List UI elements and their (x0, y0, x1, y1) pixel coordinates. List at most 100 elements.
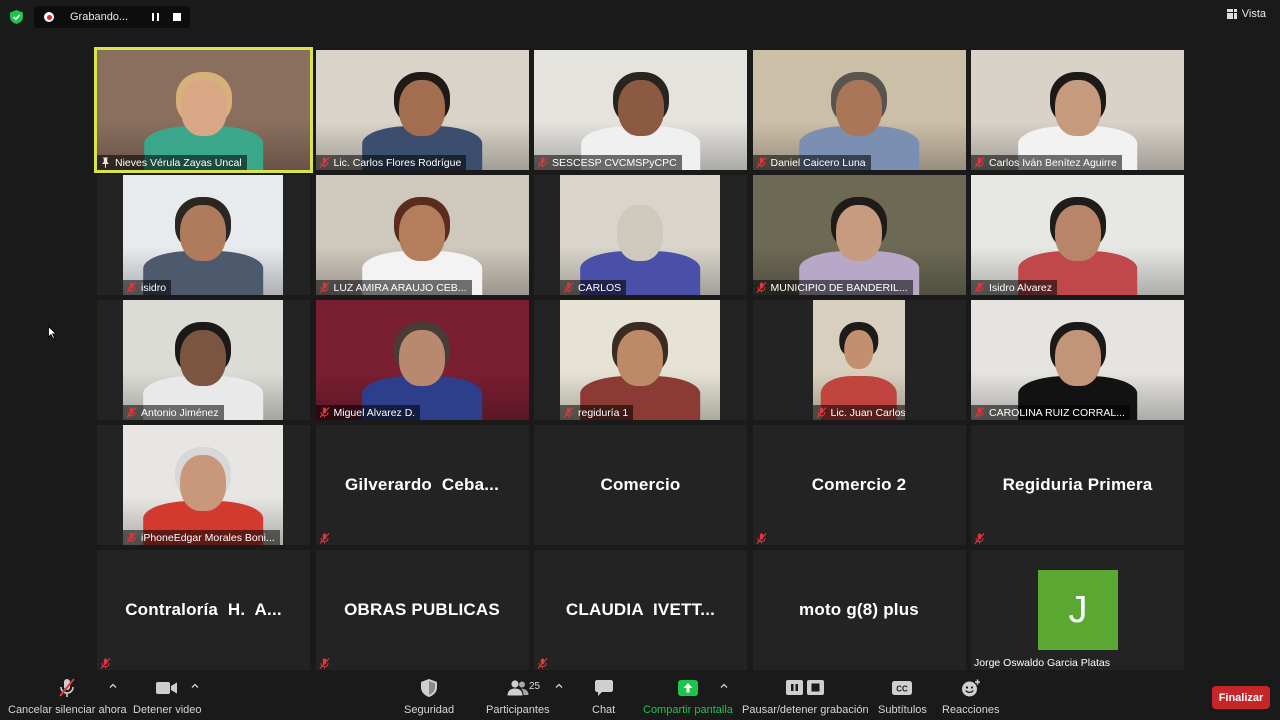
view-label: Vista (1241, 8, 1266, 20)
chat-button[interactable]: Chat (592, 678, 615, 716)
closed-captions-icon: CC (892, 681, 913, 695)
participant-tile[interactable]: Gilverardo Ceba... (315, 425, 529, 545)
participant-tile[interactable]: OBRAS PUBLICAS (315, 550, 529, 670)
participant-display-name: Contraloría H. A... (125, 600, 282, 619)
participant-video (812, 300, 905, 420)
participant-tile[interactable]: Contraloría H. A... (97, 550, 310, 670)
stop-recording-button[interactable] (168, 9, 186, 25)
participant-display-name: Comercio 2 (811, 475, 907, 494)
participant-tile[interactable]: Daniel Caicero Luna (752, 50, 966, 170)
video-options-caret-icon[interactable] (191, 682, 199, 690)
reactions-smiley-icon (961, 679, 980, 697)
grid-view-icon (1226, 9, 1237, 19)
security-shield-icon (10, 10, 23, 24)
mic-muted-icon (319, 656, 330, 669)
participant-tile[interactable]: CAROLINA RUIZ CORRAL... (971, 300, 1184, 420)
stop-video-label: Detener video (133, 704, 202, 716)
participant-name: LUZ AMIRA ARAUJO CEB... (333, 281, 467, 294)
participant-name-tag: Lic. Carlos Flores Rodrígue (315, 155, 467, 170)
participant-tile[interactable]: Nieves Vérula Zayas Uncal (94, 47, 313, 173)
participant-tile[interactable]: Carlos Iván Benítez Aguirre (971, 50, 1184, 170)
recording-dot-icon (44, 12, 54, 22)
participant-name: MUNICIPIO DE BANDERIL... (770, 281, 908, 294)
participant-tile[interactable]: CLAUDIA IVETT... (534, 550, 747, 670)
participant-name: Miguel Alvarez D. (333, 406, 416, 419)
participant-tile[interactable]: Regiduria Primera (971, 425, 1184, 545)
participant-name-tag: CAROLINA RUIZ CORRAL... (971, 405, 1130, 420)
end-meeting-button[interactable]: Finalizar (1212, 686, 1270, 709)
participants-count: 25 (529, 681, 541, 692)
share-options-caret-icon[interactable] (720, 682, 728, 690)
participant-name: Antonio Jiménez (141, 406, 219, 419)
participant-tile[interactable]: Miguel Alvarez D. (315, 300, 529, 420)
participant-name: Jorge Oswaldo Garcia Platas (974, 657, 1110, 669)
participant-video (123, 300, 283, 420)
participant-tile[interactable]: Comercio (534, 425, 747, 545)
mic-muted-icon (756, 531, 767, 544)
participant-tile[interactable]: Comercio 2 (752, 425, 966, 545)
participant-tile[interactable]: moto g(8) plus (752, 550, 966, 670)
participant-tile[interactable]: Lic. Carlos Flores Rodrígue (315, 50, 529, 170)
mic-muted-icon (319, 407, 330, 418)
participant-name: regiduría 1 (578, 406, 629, 419)
participant-name: Isidro Alvarez (989, 281, 1053, 294)
pause-stop-recording-button[interactable]: Pausar/detener grabación (742, 678, 869, 716)
mouse-cursor-icon (48, 326, 57, 339)
participant-tile[interactable]: Lic. Juan Carlos Jacome Se... (752, 300, 966, 420)
mic-muted-icon (974, 282, 985, 293)
participant-video (560, 175, 720, 295)
participant-tile[interactable]: MUNICIPIO DE BANDERIL... (752, 175, 966, 295)
participant-tile[interactable]: isidro (97, 175, 310, 295)
pin-icon (100, 157, 111, 168)
shield-icon (421, 679, 438, 697)
mic-muted-icon (563, 282, 574, 293)
pause-stop-recording-label: Pausar/detener grabación (742, 704, 869, 716)
participant-tile[interactable]: LUZ AMIRA ARAUJO CEB... (315, 175, 529, 295)
participant-gallery: Nieves Vérula Zayas Uncal Lic. Carlos Flo… (94, 47, 1184, 670)
recording-label: Grabando... (70, 11, 129, 23)
audio-options-caret-icon[interactable] (109, 682, 117, 690)
participant-avatar: J (1038, 570, 1118, 650)
participant-display-name: moto g(8) plus (799, 600, 919, 619)
participant-name-tag: Antonio Jiménez (123, 405, 224, 420)
captions-button[interactable]: CC Subtítulos (878, 678, 927, 716)
recording-indicator: Grabando... (34, 6, 190, 28)
participant-name: iPhoneEdgar Morales Boni... (141, 531, 275, 544)
participant-tile[interactable]: J Jorge Oswaldo Garcia Platas (971, 550, 1184, 670)
security-button[interactable]: Seguridad (404, 678, 454, 716)
participant-name: Carlos Iván Benítez Aguirre (989, 156, 1117, 169)
participant-video (315, 175, 529, 295)
participant-name: Lic. Carlos Flores Rodrígue (333, 156, 462, 169)
participant-tile[interactable]: iPhoneEdgar Morales Boni... (97, 425, 310, 545)
participants-options-caret-icon[interactable] (555, 682, 563, 690)
participant-display-name: Comercio (600, 475, 681, 494)
participant-tile[interactable]: regiduría 1 (534, 300, 747, 420)
security-label: Seguridad (404, 704, 455, 716)
participant-video (534, 50, 747, 170)
mic-muted-icon (319, 282, 330, 293)
unmute-label: Cancelar silenciar ahora (8, 704, 127, 716)
mic-muted-icon (126, 407, 137, 418)
participant-video (560, 300, 720, 420)
view-button[interactable]: Vista (1226, 8, 1266, 20)
mic-muted-icon (537, 157, 548, 168)
participant-video (123, 425, 283, 545)
stop-icon (173, 13, 181, 21)
reactions-button[interactable]: Reacciones (942, 678, 999, 716)
participant-tile[interactable]: Antonio Jiménez (97, 300, 310, 420)
participant-name: isidro (141, 281, 167, 294)
participant-display-name: OBRAS PUBLICAS (344, 600, 500, 619)
participant-display-name: CLAUDIA IVETT... (565, 600, 716, 619)
participant-video (315, 300, 529, 420)
pause-recording-button[interactable] (146, 9, 164, 25)
participant-display-name: Regiduria Primera (1002, 475, 1153, 494)
participant-tile[interactable]: SESCESP CVCMSPyCPC (534, 50, 747, 170)
participant-name: CARLOS (578, 281, 622, 294)
svg-text:CC: CC (897, 685, 909, 694)
participant-tile[interactable]: CARLOS (534, 175, 747, 295)
participant-name-tag: LUZ AMIRA ARAUJO CEB... (315, 280, 472, 295)
participant-name-tag: Lic. Juan Carlos Jacome Se... (812, 405, 905, 420)
participant-tile[interactable]: Isidro Alvarez (971, 175, 1184, 295)
participant-name-tag: isidro (123, 280, 172, 295)
chat-label: Chat (592, 704, 616, 716)
